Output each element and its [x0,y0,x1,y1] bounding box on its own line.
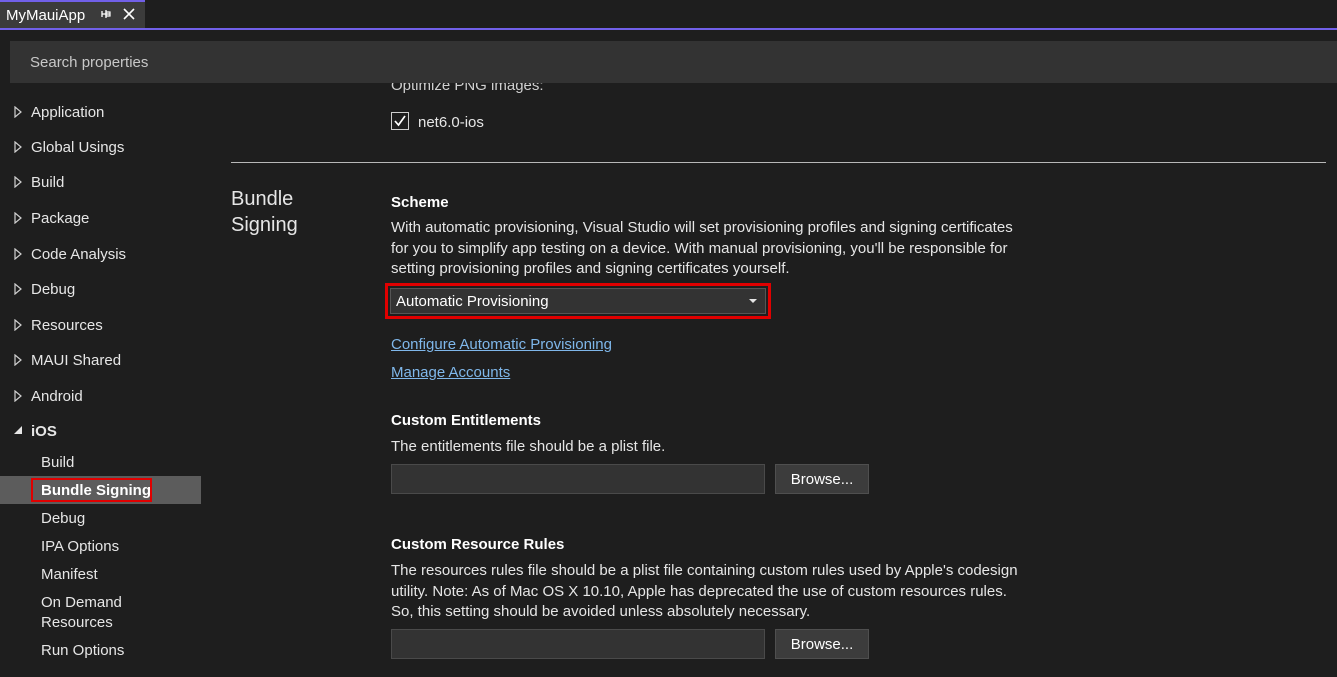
expand-arrow-icon [14,390,22,402]
document-tab-bar: MyMauiApp [0,0,1337,30]
custom-entitlements-browse-button[interactable]: Browse... [775,464,869,494]
scheme-description: With automatic provisioning, Visual Stud… [391,219,1013,277]
scheme-heading: Scheme [391,194,449,211]
sidebar-item-package[interactable]: Package [0,206,89,230]
expand-arrow-icon [14,354,22,366]
expand-arrow-icon [14,319,22,331]
sidebar-subitem-ipa-options[interactable]: IPA Options [41,537,119,557]
sidebar-item-build[interactable]: Build [0,170,64,194]
manage-accounts-link[interactable]: Manage Accounts [391,364,510,381]
section-title: Bundle Signing [231,188,298,236]
pin-icon[interactable] [99,7,113,21]
sidebar-item-debug[interactable]: Debug [0,277,75,301]
custom-entitlements-input[interactable] [391,464,765,494]
search-input[interactable]: Search properties [10,41,1337,83]
sidebar-item-resources[interactable]: Resources [0,313,103,337]
optimize-png-label-cut: Optimize PNG images: [391,83,544,94]
sidebar-item-android[interactable]: Android [0,384,83,408]
tab-title: MyMauiApp [6,6,86,24]
custom-resource-rules-description: The resources rules file should be a pli… [391,562,1018,620]
sidebar-subitem-ios-debug[interactable]: Debug [41,509,85,529]
sidebar-subitem-manifest[interactable]: Manifest [41,565,98,585]
expand-arrow-icon [14,176,22,188]
sidebar-item-application[interactable]: Application [0,100,104,124]
expand-arrow-icon [14,248,22,260]
configure-automatic-provisioning-link[interactable]: Configure Automatic Provisioning [391,336,612,353]
sidebar-item-ios[interactable]: iOS [0,419,57,443]
net6-ios-checkbox[interactable] [391,112,409,130]
sidebar-item-code-analysis[interactable]: Code Analysis [0,242,126,266]
custom-resource-rules-heading: Custom Resource Rules [391,536,565,553]
custom-resource-rules-browse-button[interactable]: Browse... [775,629,869,659]
sidebar-subitem-on-demand-resources[interactable]: On Demand Resources [41,593,151,633]
net6-ios-checkbox-label: net6.0-ios [418,114,484,131]
collapse-arrow-icon [14,426,22,434]
sidebar-subitem-ios-build[interactable]: Build [41,453,74,473]
custom-resource-rules-input[interactable] [391,629,765,659]
highlight-box-scheme-dropdown [385,283,771,319]
document-tab[interactable]: MyMauiApp [0,0,145,28]
expand-arrow-icon [14,212,22,224]
sidebar-item-global-usings[interactable]: Global Usings [0,135,124,159]
custom-entitlements-heading: Custom Entitlements [391,412,542,429]
custom-entitlements-description: The entitlements file should be a plist … [391,438,666,455]
expand-arrow-icon [14,283,22,295]
checkmark-icon [394,115,406,127]
tab-accent-line [0,28,1337,30]
expand-arrow-icon [14,141,22,153]
expand-arrow-icon [14,106,22,118]
highlight-box-bundle-signing [31,478,152,502]
sidebar-subitem-run-options[interactable]: Run Options [41,641,124,661]
sidebar-item-maui-shared[interactable]: MAUI Shared [0,348,121,372]
section-divider [231,162,1326,163]
close-icon[interactable] [122,7,136,21]
search-placeholder: Search properties [30,53,149,71]
